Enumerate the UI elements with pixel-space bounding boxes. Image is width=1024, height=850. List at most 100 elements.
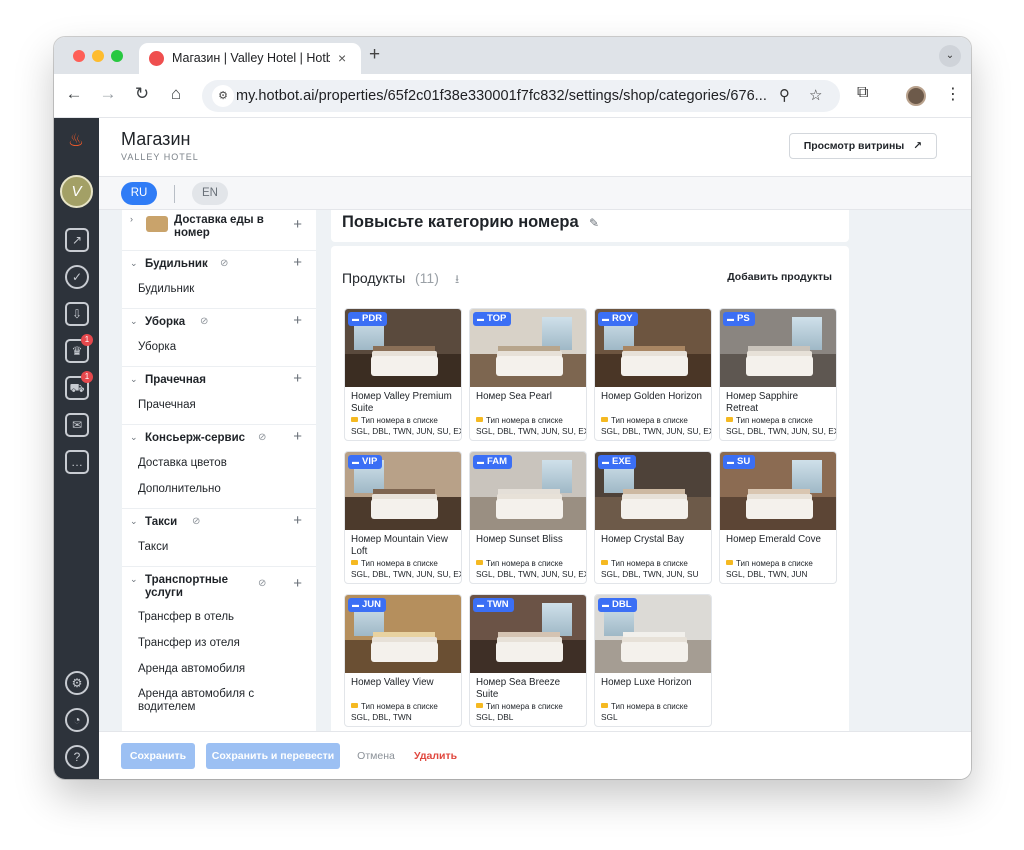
category-header[interactable]: › Доставка еды в номер +	[122, 210, 316, 248]
back-icon[interactable]: ←	[63, 84, 85, 104]
inbox-icon[interactable]: ⇩	[65, 302, 89, 326]
extensions-icon[interactable]: ⧉	[857, 84, 868, 102]
folder-icon	[351, 560, 358, 565]
url-text[interactable]: my.hotbot.ai/properties/65f2c01f38e33000…	[236, 88, 767, 104]
room-type-label: Тип номера в списке	[361, 416, 438, 425]
category-group: ⌄ Уборка ⊘ + Уборка	[122, 308, 316, 360]
category-header[interactable]: ⌄ Прачечная +	[122, 366, 316, 392]
lang-ru-button[interactable]: RU	[121, 182, 157, 205]
product-card[interactable]: ▬ JUN Номер Valley View Тип номера в списке…	[344, 594, 462, 727]
home-icon[interactable]: ⌂	[165, 84, 187, 104]
bookmark-star-icon[interactable]: ☆	[809, 86, 822, 104]
tasks-icon[interactable]: ✓	[65, 265, 89, 289]
mail-icon[interactable]: ✉	[65, 413, 89, 437]
folder-icon	[351, 703, 358, 708]
edit-pencil-icon[interactable]: ✎	[589, 216, 599, 230]
room-type-row: Тип номера в списке	[470, 416, 586, 426]
list-item[interactable]: Трансфер в отель	[122, 604, 316, 630]
add-category-item-icon[interactable]: +	[293, 312, 302, 329]
bed-icon: ▬	[727, 459, 734, 466]
list-item[interactable]: Доставка цветов	[122, 450, 316, 476]
delete-button[interactable]: Удалить	[414, 743, 457, 769]
list-item[interactable]: Уборка	[122, 334, 316, 360]
add-category-item-icon[interactable]: +	[293, 575, 302, 592]
address-bar[interactable]: ⚙ my.hotbot.ai/properties/65f2c01f38e330…	[202, 80, 840, 112]
product-card[interactable]: ▬ PS Номер Sapphire Retreat Тип номера в сп…	[719, 308, 837, 441]
site-settings-icon[interactable]: ⚙	[212, 85, 234, 107]
folder-icon	[476, 417, 483, 422]
settings-icon[interactable]: ⚙	[65, 671, 89, 695]
product-card[interactable]: ▬ PDR Номер Valley Premium Suite Тип номера…	[344, 308, 462, 441]
chevron-right-icon[interactable]: ›	[130, 214, 133, 224]
room-type-row: Тип номера в списке	[595, 702, 711, 712]
add-category-item-icon[interactable]: +	[293, 254, 302, 271]
close-window-button[interactable]	[73, 50, 85, 62]
new-tab-button[interactable]: +	[369, 44, 380, 66]
food-delivery-thumbnail	[146, 216, 168, 232]
chat-icon[interactable]: …	[65, 450, 89, 474]
chevron-down-icon[interactable]: ⌄	[130, 432, 138, 443]
product-card[interactable]: ▬ EXE Номер Crystal Bay Тип номера в списке…	[594, 451, 712, 584]
list-item[interactable]: Аренда автомобиля	[122, 656, 316, 682]
category-header[interactable]: ⌄ Транспортные услуги ⊘ +	[122, 566, 316, 604]
chevron-down-icon[interactable]: ⌄	[130, 258, 138, 269]
chevron-down-icon[interactable]: ⌄	[130, 316, 138, 327]
browser-menu-icon[interactable]: ⋮	[945, 84, 961, 104]
room-code-badge: ▬ SU	[723, 455, 756, 469]
save-button[interactable]: Сохранить	[121, 743, 195, 769]
reload-icon[interactable]: ↻	[131, 84, 153, 104]
product-card[interactable]: ▬ DBL Номер Luxe Horizon Тип номера в списк…	[594, 594, 712, 727]
list-item[interactable]: Аренда автомобиля с водителем	[122, 682, 272, 716]
add-products-button[interactable]: Добавить продукты	[727, 271, 832, 283]
download-icon[interactable]: ⭳	[455, 270, 459, 291]
browser-tab[interactable]: Магазин | Valley Hotel | Hotbot ×	[139, 43, 361, 74]
add-category-item-icon[interactable]: +	[293, 216, 302, 233]
lang-en-button[interactable]: EN	[192, 182, 228, 205]
hotbot-logo-icon[interactable]: ♨	[66, 130, 86, 152]
category-header[interactable]: ⌄ Такси ⊘ +	[122, 508, 316, 534]
product-card[interactable]: ▬ TWN Номер Sea Breeze Suite Тип номера в с…	[469, 594, 587, 727]
minimize-window-button[interactable]	[92, 50, 104, 62]
folder-icon	[601, 703, 608, 708]
help-icon[interactable]: ?	[65, 745, 89, 769]
zoom-window-button[interactable]	[111, 50, 123, 62]
profile-avatar[interactable]	[906, 86, 926, 106]
profile-icon[interactable]: ◔	[65, 708, 89, 732]
product-card[interactable]: ▬ FAM Номер Sunset Bliss Тип номера в списк…	[469, 451, 587, 584]
list-item[interactable]: Будильник	[122, 276, 316, 302]
tab-close-icon[interactable]: ×	[338, 50, 346, 66]
add-category-item-icon[interactable]: +	[293, 512, 302, 529]
property-avatar[interactable]: V	[60, 175, 93, 208]
add-category-item-icon[interactable]: +	[293, 370, 302, 387]
chevron-down-icon[interactable]: ⌄	[130, 516, 138, 527]
category-header[interactable]: ⌄ Уборка ⊘ +	[122, 308, 316, 334]
room-code: ROY	[612, 313, 633, 324]
product-card[interactable]: ▬ SU Номер Emerald Cove Тип номера в списке…	[719, 451, 837, 584]
room-code-badge: ▬ VIP	[348, 455, 383, 469]
category-header[interactable]: ⌄ Будильник ⊘ +	[122, 250, 316, 276]
product-card[interactable]: ▬ TOP Номер Sea Pearl Тип номера в списке SG…	[469, 308, 587, 441]
category-name: Прачечная	[145, 374, 206, 386]
room-type-label: Тип номера в списке	[361, 702, 438, 711]
chevron-down-icon[interactable]: ⌄	[130, 374, 138, 385]
forward-icon[interactable]: →	[97, 84, 119, 104]
category-group: › Доставка еды в номер +	[122, 210, 316, 248]
product-name: Номер Luxe Horizon	[601, 677, 692, 688]
save-and-translate-button[interactable]: Сохранить и перевести	[206, 743, 340, 769]
tab-search-button[interactable]: ⌄	[939, 45, 961, 67]
cancel-button[interactable]: Отмена	[356, 743, 396, 769]
list-item[interactable]: Трансфер из отеля	[122, 630, 316, 656]
list-item[interactable]: Такси	[122, 534, 316, 560]
chevron-down-icon[interactable]: ⌄	[130, 574, 138, 585]
zoom-icon[interactable]: ⚲	[779, 86, 790, 104]
product-card[interactable]: ▬ VIP Номер Mountain View Loft Тип номера в…	[344, 451, 462, 584]
storefront-preview-button[interactable]: Просмотр витрины ↗	[788, 133, 937, 159]
category-header[interactable]: ⌄ Консьерж-сервис ⊘ +	[122, 424, 316, 450]
list-item[interactable]: Прачечная	[122, 392, 316, 418]
room-type-row: Тип номера в списке	[345, 702, 461, 712]
list-item[interactable]: Дополнительно	[122, 476, 316, 502]
analytics-icon[interactable]: ↗	[65, 228, 89, 252]
product-card[interactable]: ▬ ROY Номер Golden Horizon Тип номера в спи…	[594, 308, 712, 441]
add-category-item-icon[interactable]: +	[293, 428, 302, 445]
product-photo: ▬ DBL	[595, 595, 711, 673]
